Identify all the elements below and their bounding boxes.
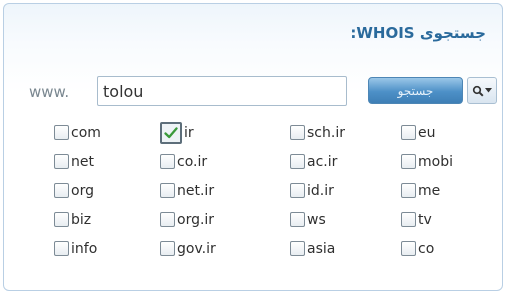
chevron-down-icon: [485, 88, 492, 93]
tld-label: info: [71, 240, 98, 257]
tld-checkbox-grid: com ir sch.ir eu net co.ir ac.ir mobi org net.ir i…: [54, 118, 474, 263]
tld-checkbox-org-ir[interactable]: org.ir: [160, 205, 290, 234]
panel-title: جستجوی WHOIS:: [350, 24, 486, 42]
tld-checkbox-ac-ir[interactable]: ac.ir: [290, 147, 401, 176]
tld-label: net.ir: [177, 182, 215, 199]
tld-label: ws: [307, 211, 326, 228]
tld-label: tv: [418, 211, 432, 228]
www-prefix-label: www.: [29, 83, 70, 101]
tld-checkbox-net[interactable]: net: [54, 147, 160, 176]
tld-checkbox-ws[interactable]: ws: [290, 205, 401, 234]
tld-label: mobi: [418, 153, 453, 170]
tld-checkbox-org[interactable]: org: [54, 176, 160, 205]
checkbox[interactable]: [54, 125, 69, 140]
checkbox[interactable]: [160, 183, 175, 198]
tld-checkbox-mobi[interactable]: mobi: [401, 147, 474, 176]
checkbox[interactable]: [160, 154, 175, 169]
tld-label: gov.ir: [177, 240, 216, 257]
checkbox[interactable]: [54, 154, 69, 169]
tld-label: id.ir: [307, 182, 334, 199]
checkbox[interactable]: [401, 241, 416, 256]
checkbox[interactable]: [401, 183, 416, 198]
tld-label: biz: [71, 211, 92, 228]
tld-checkbox-net-ir[interactable]: net.ir: [160, 176, 290, 205]
tld-label: asia: [307, 240, 336, 257]
tld-label: ir: [184, 124, 194, 141]
whois-panel: جستجوی WHOIS: www. جستجو com ir sch.ir eu ne…: [3, 3, 503, 291]
search-row: www. جستجو: [4, 72, 502, 112]
search-button[interactable]: جستجو: [368, 77, 463, 104]
checkmark-icon: [164, 126, 178, 138]
tld-label: me: [418, 182, 441, 199]
tld-checkbox-asia[interactable]: asia: [290, 234, 401, 263]
tld-checkbox-tv[interactable]: tv: [401, 205, 474, 234]
tld-checkbox-gov-ir[interactable]: gov.ir: [160, 234, 290, 263]
checkbox[interactable]: [160, 212, 175, 227]
checkbox[interactable]: [290, 154, 305, 169]
checkbox[interactable]: [290, 125, 305, 140]
tld-checkbox-ir[interactable]: ir: [160, 118, 290, 147]
tld-label: org.ir: [177, 211, 215, 228]
tld-label: eu: [418, 124, 436, 141]
tld-checkbox-com[interactable]: com: [54, 118, 160, 147]
tld-checkbox-co-ir[interactable]: co.ir: [160, 147, 290, 176]
checkbox[interactable]: [160, 241, 175, 256]
tld-label: com: [71, 124, 101, 141]
search-icon: [472, 85, 484, 97]
tld-checkbox-biz[interactable]: biz: [54, 205, 160, 234]
tld-label: org: [71, 182, 94, 199]
tld-label: net: [71, 153, 94, 170]
tld-checkbox-sch-ir[interactable]: sch.ir: [290, 118, 401, 147]
tld-checkbox-id-ir[interactable]: id.ir: [290, 176, 401, 205]
search-options-dropdown[interactable]: [467, 77, 497, 104]
checkbox[interactable]: [401, 154, 416, 169]
checkbox[interactable]: [290, 183, 305, 198]
checkbox[interactable]: [290, 212, 305, 227]
tld-checkbox-co[interactable]: co: [401, 234, 474, 263]
checkbox[interactable]: [54, 241, 69, 256]
tld-label: co: [418, 240, 435, 257]
checkbox[interactable]: [160, 121, 182, 144]
tld-checkbox-me[interactable]: me: [401, 176, 474, 205]
checkbox[interactable]: [54, 183, 69, 198]
tld-label: sch.ir: [307, 124, 345, 141]
tld-checkbox-eu[interactable]: eu: [401, 118, 474, 147]
tld-checkbox-info[interactable]: info: [54, 234, 160, 263]
tld-label: ac.ir: [307, 153, 338, 170]
checkbox[interactable]: [401, 125, 416, 140]
checkbox[interactable]: [401, 212, 416, 227]
domain-input[interactable]: [97, 76, 347, 106]
checkbox[interactable]: [290, 241, 305, 256]
checkbox[interactable]: [54, 212, 69, 227]
tld-label: co.ir: [177, 153, 208, 170]
